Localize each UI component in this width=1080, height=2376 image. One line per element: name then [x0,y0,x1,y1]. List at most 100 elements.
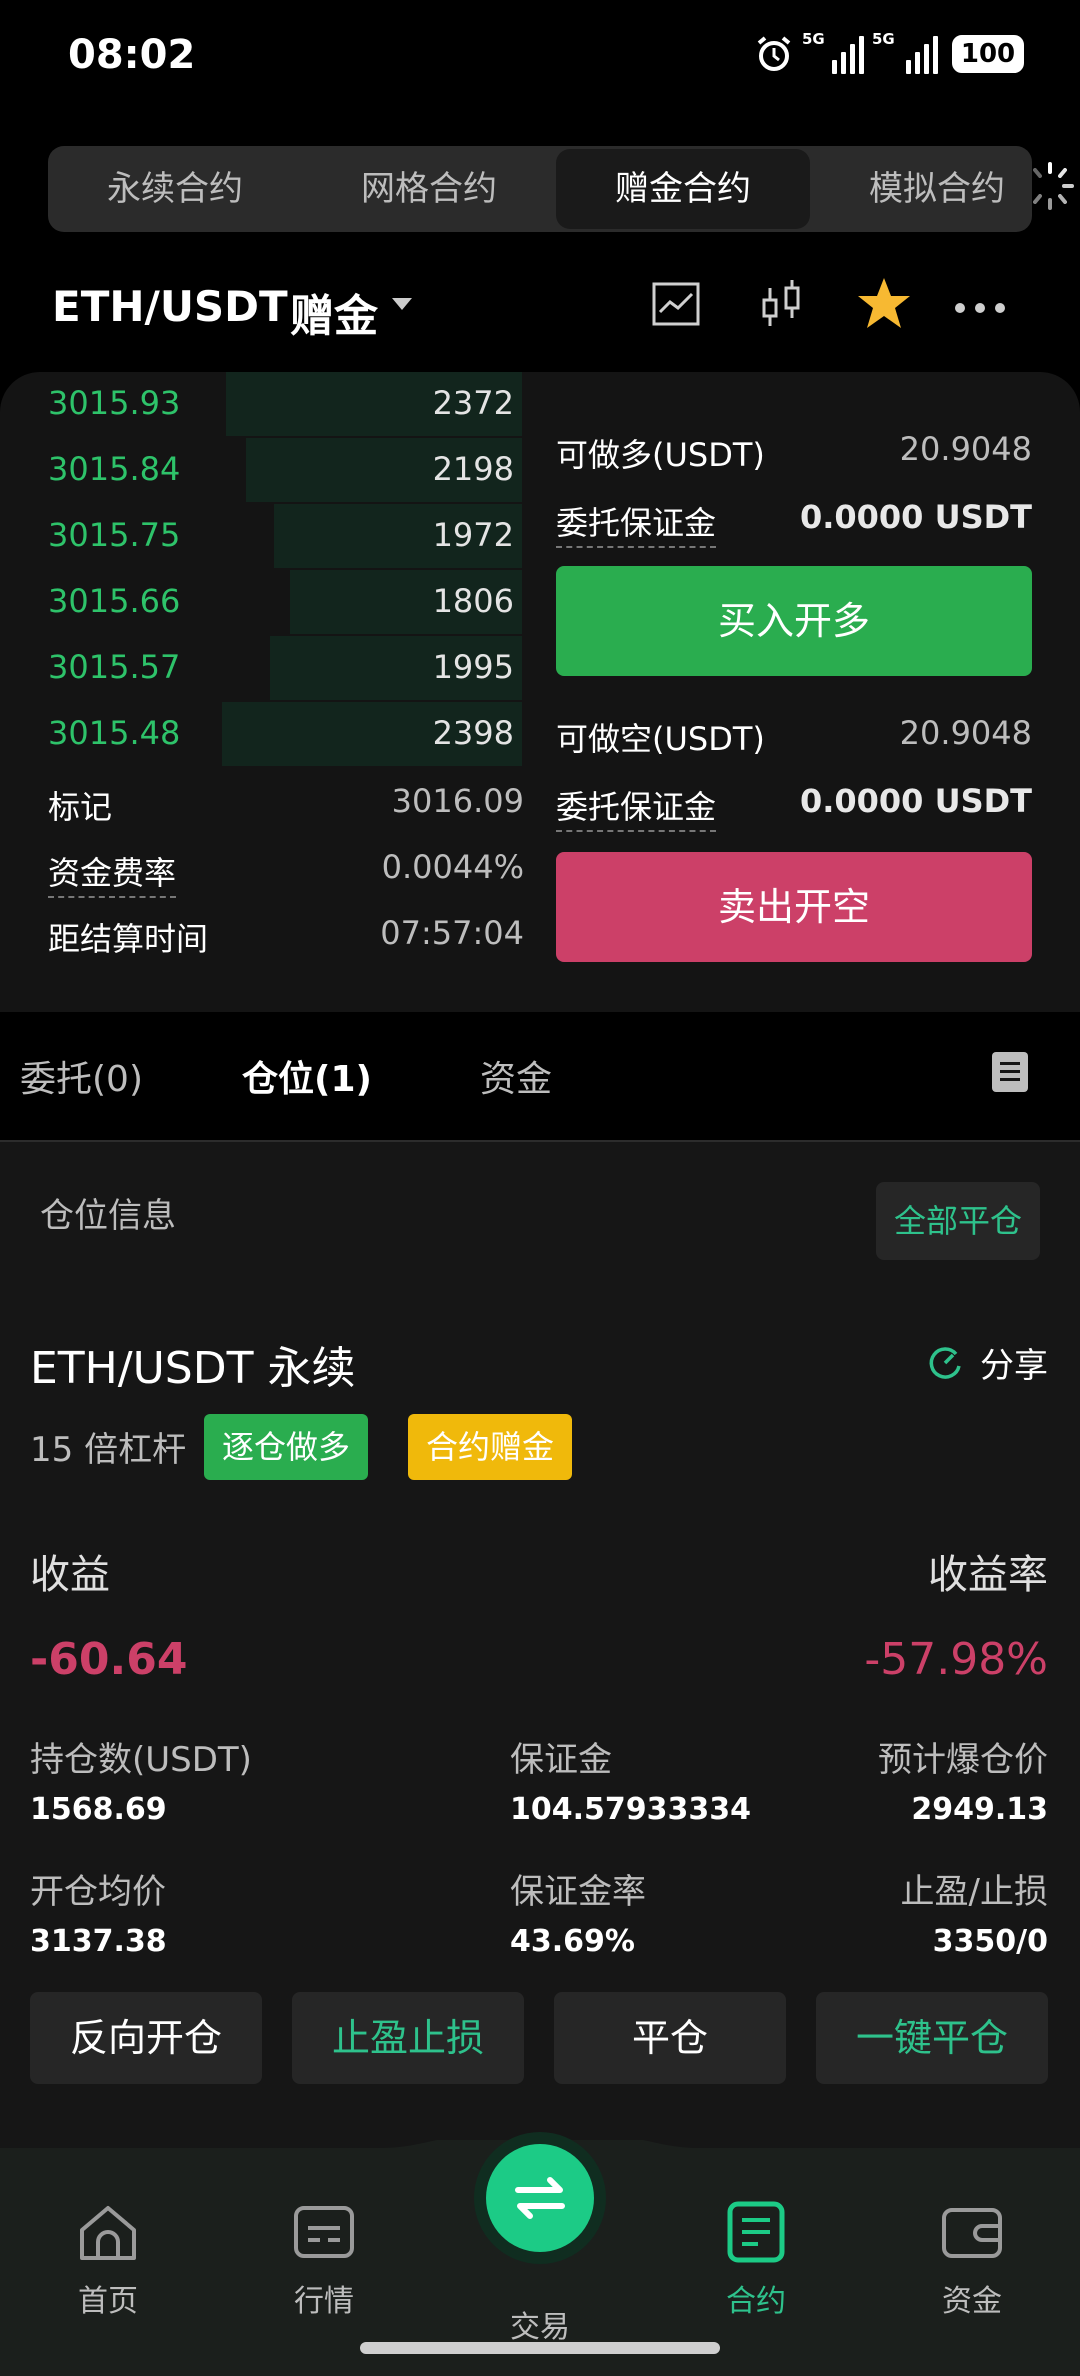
nav-label: 行情 [294,2284,354,2319]
sell-short-button[interactable]: 卖出开空 [556,852,1032,962]
funding-rate-label[interactable]: 资金费率 [48,848,177,898]
order-qty: 1806 [432,582,514,620]
mark-price-label: 标记 [48,788,113,826]
short-margin-value: 0.0000 USDT [799,782,1032,820]
close-all-button[interactable]: 全部平仓 [876,1182,1040,1260]
margin-ratio-value: 43.69% [510,1924,635,1959]
position-section-title: 仓位信息 [40,1196,176,1236]
tpsl-button[interactable]: 止盈止损 [292,1992,524,2084]
tab-orders[interactable]: 委托(0) [20,1050,143,1102]
order-price: 3015.93 [48,384,181,422]
order-qty: 2372 [432,384,514,422]
nav-assets[interactable]: 资金 [902,2198,1042,2320]
funding-rate-value: 0.0044% [381,848,524,886]
order-book-row[interactable]: 3015.93 2372 [0,372,530,436]
pair-selector[interactable]: ETH/USDT [52,282,288,331]
order-price: 3015.66 [48,582,181,620]
nav-market[interactable]: 行情 [254,2198,394,2320]
trade-panel: 3015.93 2372 3015.84 2198 3015.75 1972 3015.66… [0,372,1080,1012]
chevron-down-icon[interactable] [392,298,412,310]
long-margin-label[interactable]: 委托保证金 [556,498,717,548]
leverage-label: 15 倍杠杆 [30,1430,187,1470]
signal-icon: 5G [802,30,864,74]
candlestick-icon[interactable] [752,274,812,334]
size-value: 1568.69 [30,1792,167,1827]
status-time: 08:02 [68,32,196,78]
order-qty: 2198 [432,450,514,488]
tab-funds[interactable]: 资金 [480,1050,552,1102]
order-book-row[interactable]: 3015.57 1995 [0,636,530,700]
document-icon[interactable] [990,1050,1030,1094]
nav-home[interactable]: 首页 [38,2198,178,2320]
order-price: 3015.48 [48,714,181,752]
position-symbol: ETH/USDT 永续 [30,1343,356,1394]
battery-icon: 100 [952,35,1024,73]
home-icon [80,2206,136,2260]
tab-perpetual[interactable]: 永续合约 [48,146,302,232]
pnl-value: -60.64 [30,1634,188,1685]
mark-price-value: 3016.09 [391,782,524,820]
tab-demo[interactable]: 模拟合约 [810,146,1032,232]
order-price: 3015.75 [48,516,181,554]
order-price: 3015.57 [48,648,181,686]
pnl-label: 收益 [30,1552,110,1598]
liq-price-label: 预计爆仓价 [878,1740,1048,1780]
tab-grid[interactable]: 网格合约 [302,146,556,232]
margin-value: 104.57933334 [510,1792,752,1827]
more-icon[interactable] [950,274,1010,334]
margin-label: 保证金 [510,1740,612,1780]
position-tabs: 委托(0) 仓位(1) 资金 [0,1030,1080,1142]
tab-positions[interactable]: 仓位(1) [242,1050,372,1102]
entry-price-label: 开仓均价 [30,1872,166,1912]
reverse-position-button[interactable]: 反向开仓 [30,1992,262,2084]
nav-contract[interactable]: 合约 [686,2198,826,2320]
signal-icon: 5G [872,30,938,74]
contract-icon [727,2201,785,2263]
loading-spinner-icon [1033,162,1074,210]
long-available-label: 可做多(USDT) [556,436,765,474]
close-position-button[interactable]: 平仓 [554,1992,786,2084]
chart-icon[interactable] [646,274,706,334]
market-icon [294,2206,354,2258]
nav-trade[interactable]: 交易 [470,2238,610,2346]
settlement-time-label: 距结算时间 [48,920,209,958]
pair-tag: 赠金 [290,291,378,342]
order-qty: 1995 [432,648,514,686]
short-available-value: 20.9048 [899,714,1032,752]
order-book-row[interactable]: 3015.66 1806 [0,570,530,634]
order-book-row[interactable]: 3015.75 1972 [0,504,530,568]
tpsl-value: 3350/0 [932,1924,1048,1959]
tab-bonus[interactable]: 赠金合约 [556,149,810,229]
status-bar: 08:02 5G 5G 100 [0,0,1080,120]
order-book-row[interactable]: 3015.48 2398 [0,702,530,766]
trade-fab-button[interactable] [486,2144,594,2252]
bonus-badge: 合约赠金 [408,1414,573,1480]
wallet-icon [942,2208,1002,2258]
settlement-time-value: 07:57:04 [380,914,524,952]
short-margin-label[interactable]: 委托保证金 [556,782,717,832]
share-button[interactable]: 分享 [926,1338,1048,1387]
nav-label: 首页 [78,2284,138,2319]
quick-close-button[interactable]: 一键平仓 [816,1992,1048,2084]
long-available-value: 20.9048 [899,430,1032,468]
position-mode-badge: 逐仓做多 [204,1414,369,1480]
star-icon[interactable] [854,274,914,334]
roe-value: -57.98% [864,1634,1048,1685]
order-qty: 2398 [432,714,514,752]
alarm-icon [757,36,791,71]
long-margin-value: 0.0000 USDT [799,498,1032,536]
short-available-label: 可做空(USDT) [556,720,765,758]
share-icon [929,1346,961,1379]
home-indicator [360,2342,720,2354]
order-qty: 1972 [432,516,514,554]
contract-type-tabs: 永续合约 网格合约 赠金合约 模拟合约 [48,146,1032,232]
tpsl-label: 止盈/止损 [900,1872,1048,1912]
buy-long-button[interactable]: 买入开多 [556,566,1032,676]
network-type-label: 5G [802,30,825,48]
order-book-row[interactable]: 3015.84 2198 [0,438,530,502]
nav-label: 资金 [942,2284,1002,2319]
order-price: 3015.84 [48,450,181,488]
pair-header: ETH/USDT 赠金 [0,270,1080,350]
liq-price-value: 2949.13 [911,1792,1048,1827]
swap-icon [515,2177,565,2219]
